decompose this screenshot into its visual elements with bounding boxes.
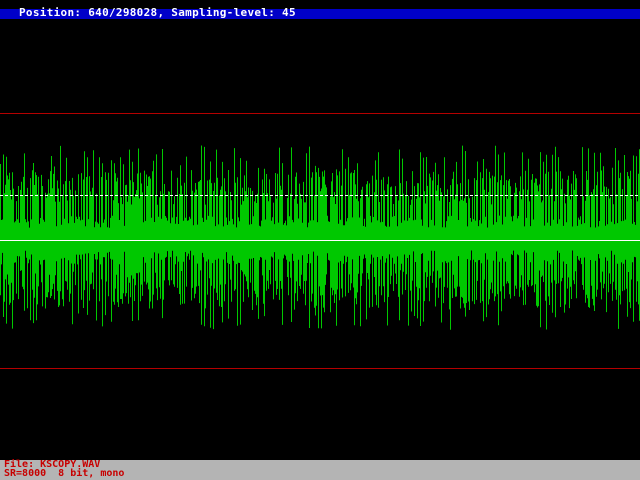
- position-header-bar: Position: 640/298028, Sampling-level: 45: [0, 6, 640, 19]
- format-info-label: SR=8000 8 bit, mono: [4, 468, 125, 479]
- waveform-display[interactable]: [0, 0, 640, 460]
- waveform-trace: [0, 145, 640, 330]
- waveform-samples: [0, 145, 640, 330]
- file-status-bar: File: KSCOPY.WAV SR=8000 8 bit, mono: [0, 460, 640, 480]
- position-readout: Position: 640/298028, Sampling-level: 45: [19, 6, 296, 19]
